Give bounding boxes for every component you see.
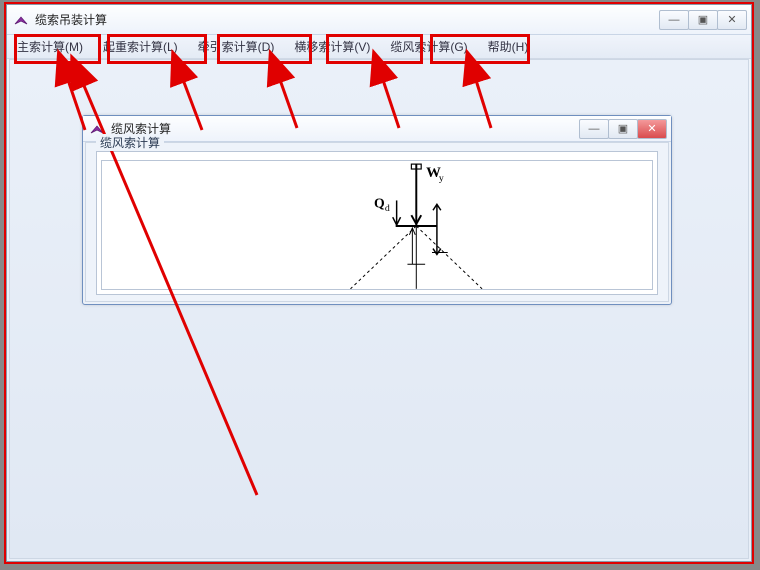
main-title: 缆索吊装计算 [35,11,107,28]
child-window: 缆风索计算 — ▣ ✕ 缆风索计算 [82,115,672,305]
main-titlebar: 缆索吊装计算 — ▣ ✕ [7,5,751,35]
maximize-button[interactable]: ▣ [688,10,718,30]
child-maximize-button[interactable]: ▣ [608,119,638,139]
svg-text:y: y [439,173,444,184]
child-minimize-button[interactable]: — [579,119,609,139]
cable-diagram: W y Q d [102,161,652,289]
svg-text:Q: Q [374,195,385,210]
menu-main-cable[interactable]: 主索计算(M) [7,35,93,58]
main-window: 缆索吊装计算 — ▣ ✕ 主索计算(M) 起重索计算(L) 牵引索计算(D) 横… [6,4,752,562]
menu-help[interactable]: 帮助(H) [478,35,539,58]
minimize-button[interactable]: — [659,10,689,30]
close-button[interactable]: ✕ [717,10,747,30]
menu-traction-cable[interactable]: 牵引索计算(D) [188,35,285,58]
group-box: W y Q d [96,151,658,295]
child-titlebar[interactable]: 缆风索计算 — ▣ ✕ [83,116,671,142]
svg-text:d: d [385,203,390,214]
menu-hoist-cable[interactable]: 起重索计算(L) [93,35,188,58]
diagram-area: W y Q d [101,160,653,290]
menu-wind-cable[interactable]: 缆风索计算(G) [380,35,477,58]
app-icon [13,12,29,28]
menubar: 主索计算(M) 起重索计算(L) 牵引索计算(D) 横移索计算(V) 缆风索计算… [7,35,751,59]
menu-traverse-cable[interactable]: 横移索计算(V) [284,35,380,58]
child-close-button[interactable]: ✕ [637,119,667,139]
group-label: 缆风索计算 [96,134,164,151]
mdi-area: 缆风索计算 — ▣ ✕ 缆风索计算 [9,59,749,559]
